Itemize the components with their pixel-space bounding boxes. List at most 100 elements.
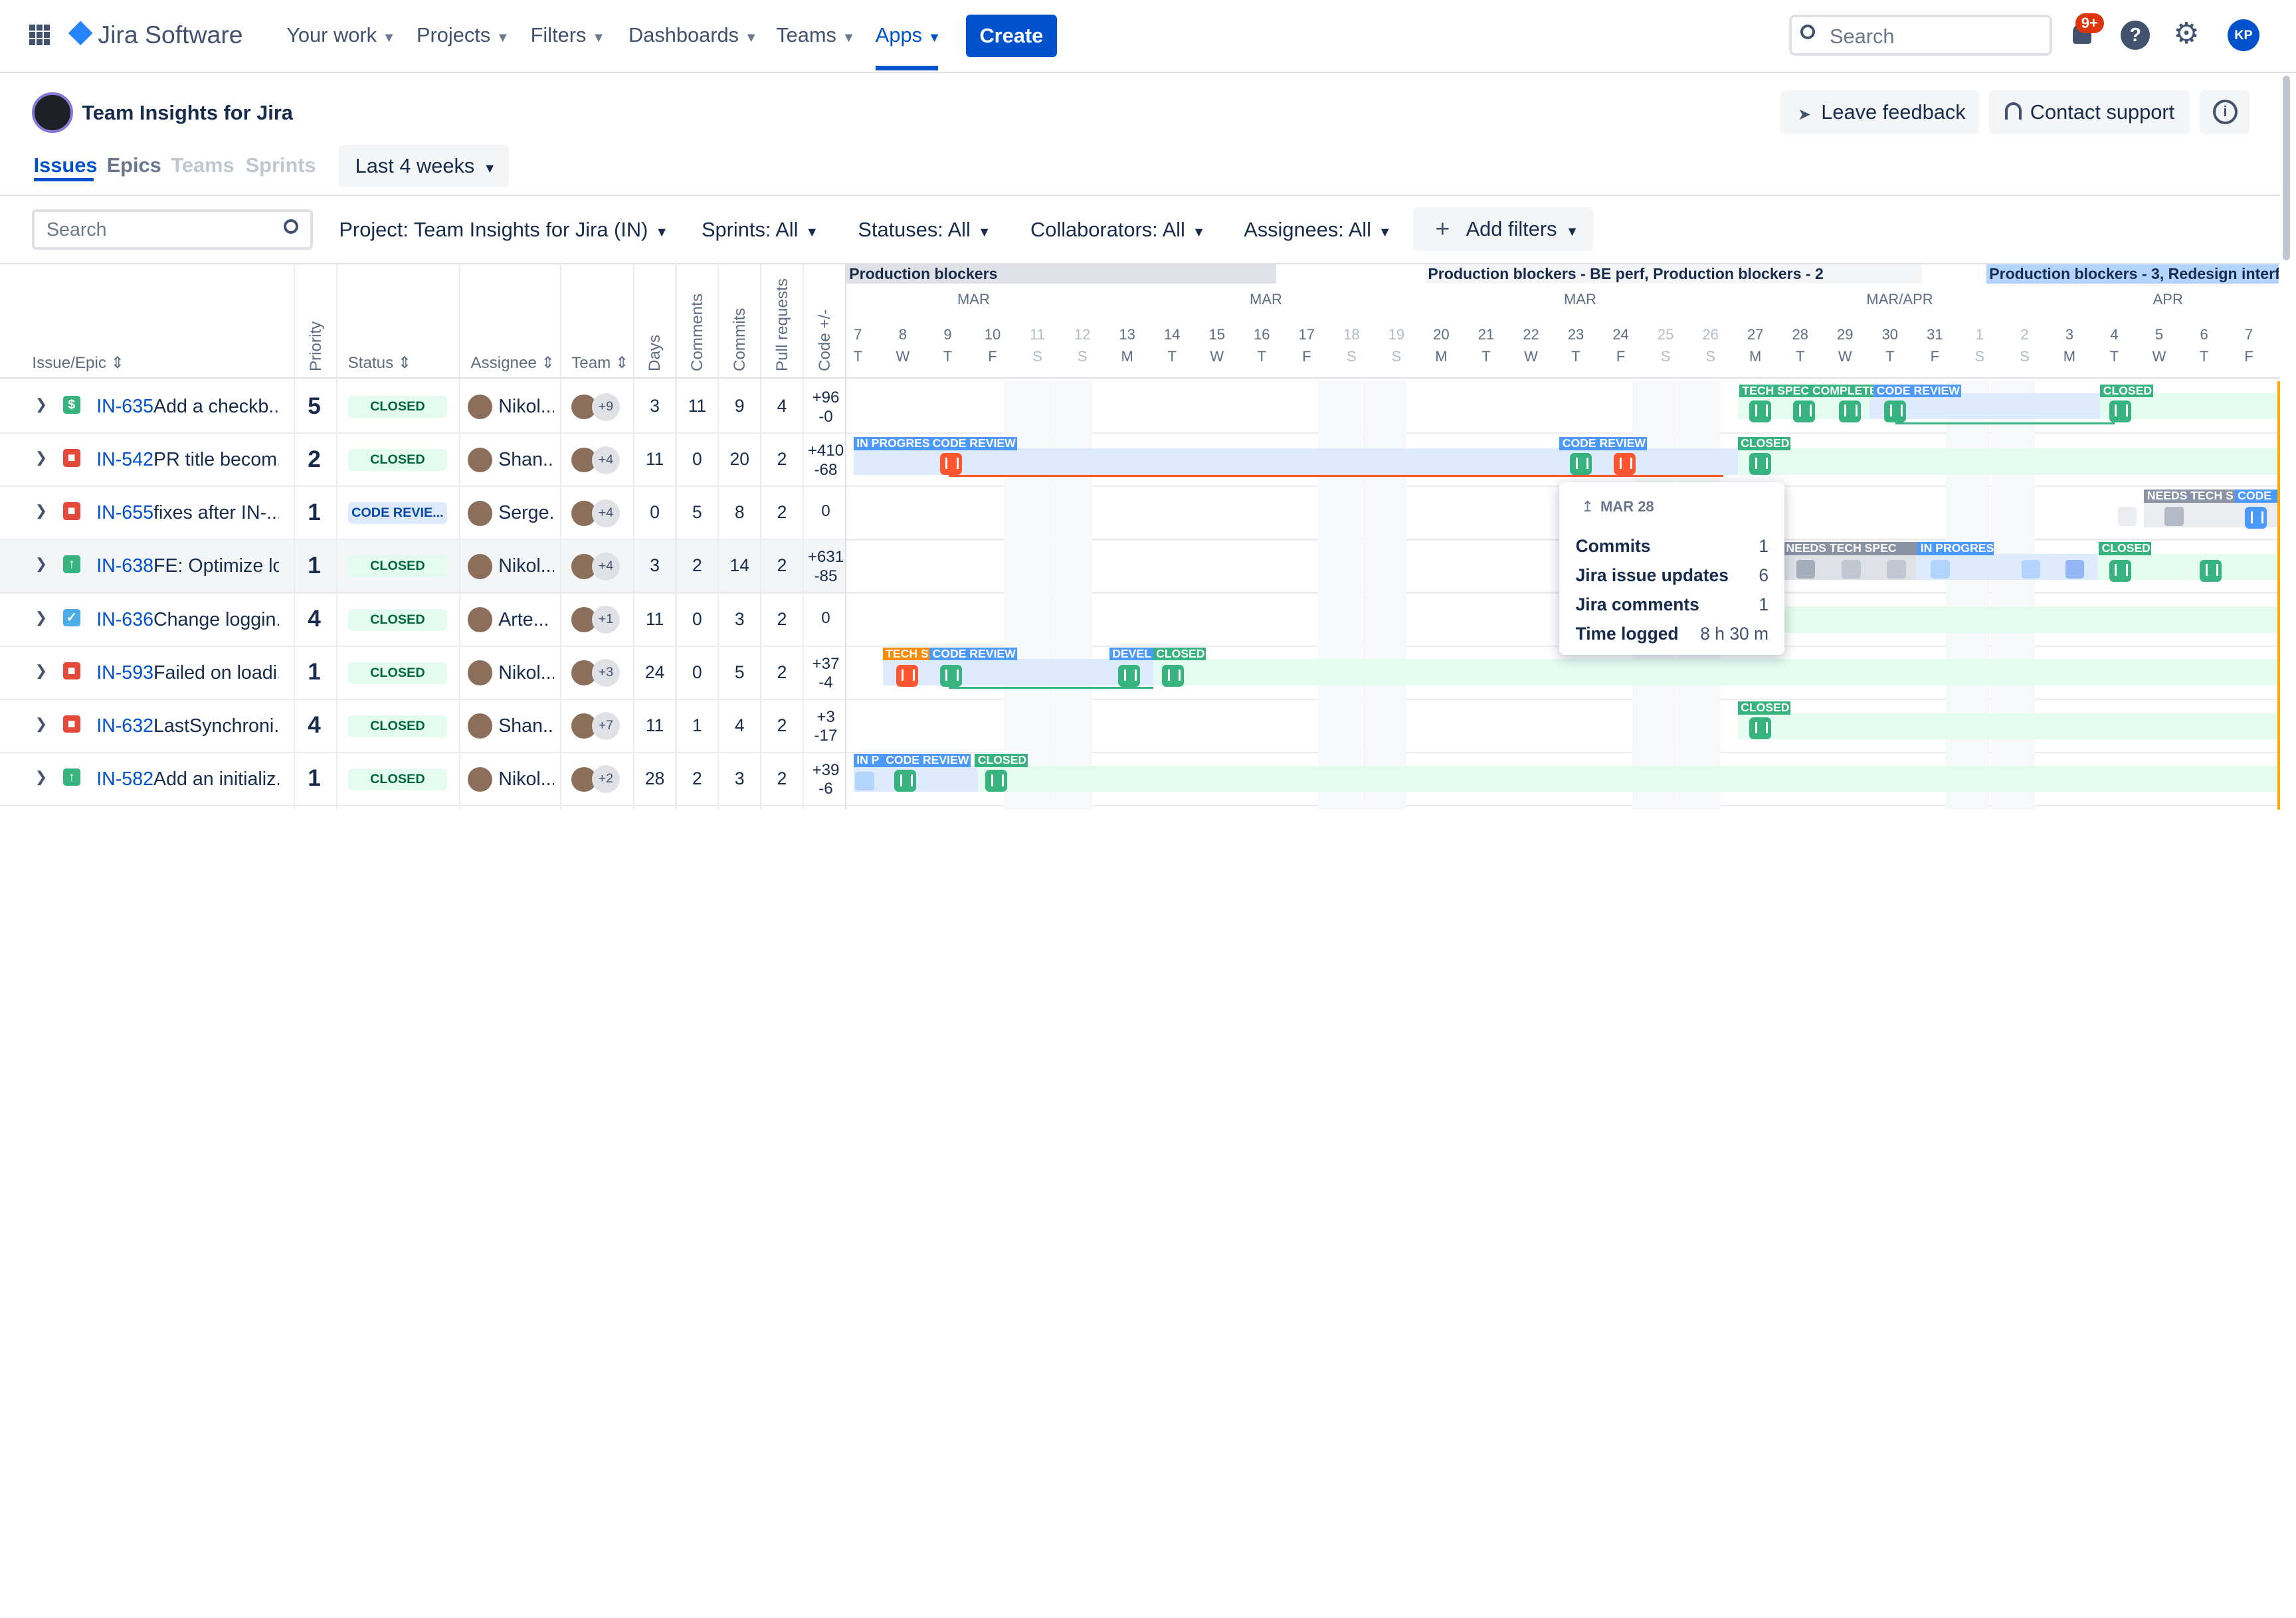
table-row[interactable]: ❯ $ IN-635 Add a checkb... 5 CLOSED Niko…	[0, 380, 846, 432]
table-row[interactable]: ❯ ■ IN-593 Failed on loadi... 1 CLOSED N…	[0, 646, 846, 698]
table-row[interactable]: ❯ ↑ IN-582 Add an initializ... 1 CLOSED …	[0, 753, 846, 805]
commit-icon[interactable]	[985, 770, 1007, 792]
commit-icon[interactable]	[1749, 452, 1772, 475]
nav-apps[interactable]: Apps ▼	[876, 23, 941, 47]
issue-summary[interactable]: fixes after IN-...	[153, 502, 279, 524]
issue-key-link[interactable]: IN-593	[96, 662, 153, 684]
team-more-count[interactable]: +4	[592, 446, 620, 474]
table-row[interactable]: ❯ ■ IN-632 LastSynchroni... 4 CLOSED Sha…	[0, 699, 846, 751]
nav-projects[interactable]: Projects ▼	[417, 23, 510, 47]
commit-icon[interactable]	[939, 452, 962, 475]
team-more-count[interactable]: +2	[592, 765, 620, 794]
commit-icon[interactable]	[2109, 400, 2131, 422]
issue-search-input[interactable]: Search	[32, 209, 313, 250]
issue-summary[interactable]: FE: Optimize lo...	[153, 555, 279, 577]
issue-summary[interactable]: Add a checkb...	[153, 396, 279, 418]
expand-chevron-icon[interactable]: ❯	[35, 555, 47, 573]
activity-block[interactable]	[1841, 559, 1861, 579]
app-switcher-icon[interactable]	[29, 25, 50, 46]
help-icon[interactable]: ?	[2121, 20, 2151, 50]
nav-teams[interactable]: Teams ▼	[776, 23, 855, 47]
team-more-count[interactable]: +1	[592, 606, 620, 634]
create-button[interactable]: Create	[966, 15, 1057, 57]
scrollbar[interactable]	[2283, 76, 2291, 260]
team-more-count[interactable]: +4	[592, 553, 620, 581]
activity-block[interactable]	[1796, 559, 1816, 579]
team-more-count[interactable]: +9	[592, 393, 620, 421]
expand-chevron-icon[interactable]: ❯	[35, 502, 47, 519]
team-more-count[interactable]: +3	[592, 659, 620, 687]
column-assignee[interactable]: Assignee ⇕	[470, 353, 555, 373]
activity-block[interactable]	[2164, 507, 2184, 526]
expand-chevron-icon[interactable]: ❯	[35, 662, 47, 679]
tab-sprints[interactable]: Sprints	[246, 153, 316, 177]
commit-icon[interactable]	[1161, 664, 1184, 687]
activity-block[interactable]	[854, 771, 874, 791]
issue-key-link[interactable]: IN-632	[96, 715, 153, 737]
statuses-filter[interactable]: Statuses: All ▼	[858, 218, 991, 242]
issue-key-link[interactable]: IN-635	[96, 396, 153, 418]
nav-dashboards[interactable]: Dashboards ▼	[628, 23, 757, 47]
collaborators-filter[interactable]: Collaborators: All ▼	[1030, 218, 1205, 242]
activity-block[interactable]	[1887, 559, 1906, 579]
commit-icon[interactable]	[1793, 400, 1816, 422]
tab-teams[interactable]: Teams	[171, 153, 234, 177]
activity-block[interactable]	[2021, 559, 2041, 579]
issue-summary[interactable]: Add an initializ...	[153, 768, 279, 790]
commit-icon[interactable]	[1569, 452, 1592, 475]
table-row[interactable]: ❯ ■ IN-655 fixes after IN-... 1 CODE REV…	[0, 486, 846, 539]
commit-icon[interactable]	[894, 770, 917, 792]
tab-issues[interactable]: Issues	[34, 153, 98, 177]
activity-block[interactable]	[2117, 507, 2137, 526]
issue-summary[interactable]: Failed on loadi...	[153, 662, 279, 684]
activity-block[interactable]	[1931, 559, 1950, 579]
team-more-count[interactable]: +4	[592, 499, 620, 527]
global-search-input[interactable]: Search	[1788, 15, 2052, 56]
activity-block[interactable]	[2065, 559, 2085, 579]
profile-avatar[interactable]: KP	[2227, 19, 2260, 51]
expand-chevron-icon[interactable]: ❯	[35, 609, 47, 626]
date-range-select[interactable]: Last 4 weeks ▼	[339, 144, 509, 187]
sprints-filter[interactable]: Sprints: All ▼	[702, 218, 818, 242]
tab-epics[interactable]: Epics	[107, 153, 161, 177]
commit-icon[interactable]	[896, 664, 918, 687]
commit-icon[interactable]	[1838, 400, 1861, 422]
table-row[interactable]: ❯ ↑ IN-638 FE: Optimize lo... 1 CLOSED N…	[0, 539, 846, 592]
jira-logo-icon[interactable]	[68, 21, 93, 46]
commit-icon[interactable]	[1749, 400, 1772, 422]
commit-icon[interactable]	[1749, 717, 1772, 740]
column-issue-epic[interactable]: Issue/Epic ⇕	[32, 353, 124, 373]
nav-your-work[interactable]: Your work ▼	[286, 23, 395, 47]
commit-icon[interactable]	[2109, 559, 2131, 582]
issue-summary[interactable]: Change loggin...	[153, 609, 279, 631]
column-priority[interactable]: Priority	[307, 321, 326, 371]
column-days[interactable]: Days	[646, 335, 664, 371]
table-row[interactable]: ❯ ■ IN-542 PR title becom... 2 CLOSED Sh…	[0, 433, 846, 486]
issue-key-link[interactable]: IN-655	[96, 502, 153, 524]
issue-summary[interactable]: LastSynchroni...	[153, 715, 279, 737]
column-pull-requests[interactable]: Pull requests	[773, 278, 792, 371]
issue-key-link[interactable]: IN-638	[96, 555, 153, 577]
issue-summary[interactable]: PR title becom...	[153, 449, 279, 471]
issue-key-link[interactable]: IN-582	[96, 768, 153, 790]
expand-chevron-icon[interactable]: ❯	[35, 449, 47, 466]
settings-gear-icon[interactable]: ⚙	[2173, 19, 2199, 48]
commit-icon[interactable]	[1613, 452, 1636, 475]
table-row[interactable]: ❯ ✓ IN-636 Change loggin... 4 CLOSED Art…	[0, 592, 846, 645]
assignees-filter[interactable]: Assignees: All ▼	[1244, 218, 1391, 242]
commit-icon[interactable]	[939, 664, 962, 687]
expand-chevron-icon[interactable]: ❯	[35, 396, 47, 413]
column-comments[interactable]: Comments	[688, 294, 707, 371]
column-status[interactable]: Status ⇕	[348, 353, 412, 373]
column-code-changes[interactable]: Code +/-	[816, 309, 834, 371]
issue-key-link[interactable]: IN-636	[96, 609, 153, 631]
expand-chevron-icon[interactable]: ❯	[35, 715, 47, 733]
team-more-count[interactable]: +7	[592, 712, 620, 741]
column-commits[interactable]: Commits	[731, 308, 749, 371]
commit-icon[interactable]	[2199, 559, 2222, 582]
product-name[interactable]: Jira Software	[98, 21, 242, 49]
column-team[interactable]: Team ⇕	[571, 353, 628, 373]
nav-filters[interactable]: Filters ▼	[531, 23, 605, 47]
commit-icon[interactable]	[1117, 664, 1140, 687]
commit-icon[interactable]	[1883, 400, 1906, 422]
